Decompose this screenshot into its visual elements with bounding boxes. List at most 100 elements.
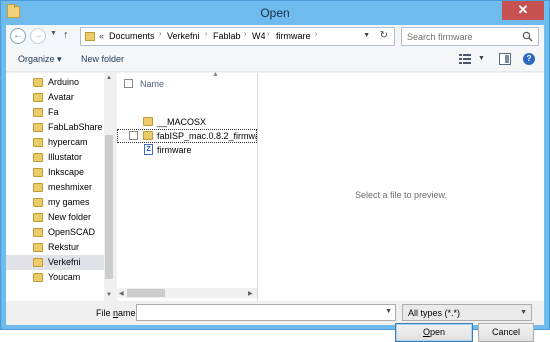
open-button[interactable]: Open (395, 323, 473, 342)
nav-scrollbar[interactable]: ▲ ▼ (104, 73, 114, 301)
chevron-right-icon[interactable]: › (244, 31, 246, 38)
breadcrumb-verkefni[interactable]: Verkefni (167, 31, 200, 41)
scroll-right-icon[interactable]: ▶ (248, 290, 253, 297)
file-row-macosx[interactable]: __MACOSX (117, 115, 257, 129)
filename-label-prefix: File (96, 308, 114, 318)
tree-item-label: Avatar (48, 92, 74, 102)
filename-row: File name: ▼ All types (*.*) ▼ (6, 301, 544, 325)
tree-item-label: FabLabShare (48, 122, 103, 132)
cancel-button[interactable]: Cancel (478, 323, 534, 342)
select-all-checkbox[interactable] (124, 79, 133, 88)
tree-item-label: Rekstur (48, 242, 80, 252)
tree-item-label: Arduino (48, 77, 80, 87)
view-options-icon[interactable] (459, 54, 471, 65)
chevron-right-icon[interactable]: › (205, 31, 207, 38)
scroll-thumb[interactable] (127, 289, 165, 297)
folder-icon (33, 273, 43, 282)
scroll-left-icon[interactable]: ◀ (119, 290, 124, 297)
tree-item-fa[interactable]: Fa (6, 105, 104, 120)
chevron-down-icon[interactable]: ▼ (385, 308, 392, 315)
tree-item-verkefni[interactable]: Verkefni (6, 255, 104, 270)
open-rest: pen (429, 327, 446, 337)
sort-ascending-icon: ▲ (212, 71, 219, 78)
tree-item-hypercam[interactable]: hypercam (6, 135, 104, 150)
search-box[interactable] (401, 27, 539, 46)
tree-item-label: hypercam (48, 137, 88, 147)
search-input[interactable] (407, 30, 519, 43)
folder-icon (143, 131, 153, 140)
tree-item-label: OpenSCAD (48, 227, 96, 237)
folder-icon (33, 78, 43, 87)
search-icon[interactable] (522, 31, 533, 42)
file-row-firmware[interactable]: Z firmware (117, 143, 257, 157)
tree-item-label: Illustator (48, 152, 83, 162)
filetype-value: All types (*.*) (408, 308, 461, 318)
name-column-header[interactable]: Name ▲ (117, 71, 257, 93)
scroll-thumb[interactable] (105, 135, 113, 279)
chevron-down-icon[interactable]: ▼ (363, 32, 370, 39)
folder-icon (85, 32, 95, 41)
horizontal-scrollbar[interactable]: ◀ ▶ (117, 288, 257, 298)
breadcrumb-w4[interactable]: W4 (252, 31, 266, 41)
address-bar[interactable]: « Documents › Verkefni › Fablab › W4 › f… (80, 27, 395, 46)
tree-item-fablabshare[interactable]: FabLabShare (6, 120, 104, 135)
filetype-select[interactable]: All types (*.*) ▼ (402, 304, 532, 321)
chevron-right-icon[interactable]: › (267, 31, 269, 38)
tree-item-new-folder[interactable]: New folder (6, 210, 104, 225)
chevron-right-icon[interactable]: › (159, 31, 161, 38)
folder-icon (33, 213, 43, 222)
chevron-right-icon[interactable]: › (315, 31, 317, 38)
tree-item-youcam[interactable]: Youcam (6, 270, 104, 285)
breadcrumb-documents[interactable]: Documents (109, 31, 155, 41)
folder-icon (33, 138, 43, 147)
tree-item-label: Verkefni (48, 257, 81, 267)
help-icon[interactable]: ? (523, 53, 535, 65)
preview-pane: Select a file to preview. (258, 73, 544, 301)
chevron-down-icon[interactable]: ▼ (50, 30, 57, 37)
tree-item-openscad[interactable]: OpenSCAD (6, 225, 104, 240)
breadcrumb-fablab[interactable]: Fablab (213, 31, 241, 41)
breadcrumb-overflow[interactable]: « (99, 31, 104, 41)
file-row-fabisp[interactable]: fabISP_mac.0.8.2_firmware (117, 129, 268, 143)
navigation-pane: Arduino Avatar Fa FabLabShare hypercam I… (6, 73, 114, 301)
refresh-icon[interactable]: ↻ (380, 30, 388, 41)
file-name: __MACOSX (157, 117, 207, 127)
filename-label: File name: (96, 308, 138, 318)
folder-icon (33, 243, 43, 252)
tree-item-my-games[interactable]: my games (6, 195, 104, 210)
folder-icon (33, 183, 43, 192)
chevron-down-icon[interactable]: ▼ (478, 55, 485, 62)
scroll-down-icon[interactable]: ▼ (106, 292, 112, 298)
file-icon: Z (144, 144, 153, 155)
close-button[interactable]: ✕ (502, 1, 544, 20)
column-label: Name (140, 79, 165, 89)
folder-icon (33, 153, 43, 162)
tree-item-label: my games (48, 197, 90, 207)
file-name: fabISP_mac.0.8.2_firmware (157, 131, 269, 141)
row-checkbox[interactable] (129, 131, 138, 140)
organize-button[interactable]: Organize ▾ (18, 54, 62, 65)
breadcrumb-firmware[interactable]: firmware (276, 31, 311, 41)
title-bar[interactable]: Open ✕ (1, 1, 549, 25)
tree-item-meshmixer[interactable]: meshmixer (6, 180, 104, 195)
folder-icon (33, 168, 43, 177)
navigation-bar: ← → ▼ ↑ « Documents › Verkefni › Fablab … (6, 25, 544, 49)
scroll-up-icon[interactable]: ▲ (106, 75, 112, 81)
filename-input[interactable]: ▼ (136, 304, 396, 321)
preview-pane-button[interactable] (499, 53, 511, 65)
chevron-down-icon[interactable]: ▼ (520, 309, 527, 316)
tree-item-label: meshmixer (48, 182, 93, 192)
tree-item-avatar[interactable]: Avatar (6, 90, 104, 105)
command-bar: Organize ▾ New folder ▼ ? (6, 49, 544, 72)
new-folder-button[interactable]: New folder (81, 54, 124, 64)
up-arrow-icon[interactable]: ↑ (63, 29, 69, 41)
tree-item-rekstur[interactable]: Rekstur (6, 240, 104, 255)
forward-button[interactable]: → (30, 28, 46, 44)
tree-item-label: Fa (48, 107, 59, 117)
folder-icon (33, 108, 43, 117)
tree-item-arduino[interactable]: Arduino (6, 75, 104, 90)
tree-item-inkscape[interactable]: Inkscape (6, 165, 104, 180)
back-button[interactable]: ← (10, 28, 26, 44)
dialog-body: ← → ▼ ↑ « Documents › Verkefni › Fablab … (6, 25, 544, 342)
tree-item-illustator[interactable]: Illustator (6, 150, 104, 165)
